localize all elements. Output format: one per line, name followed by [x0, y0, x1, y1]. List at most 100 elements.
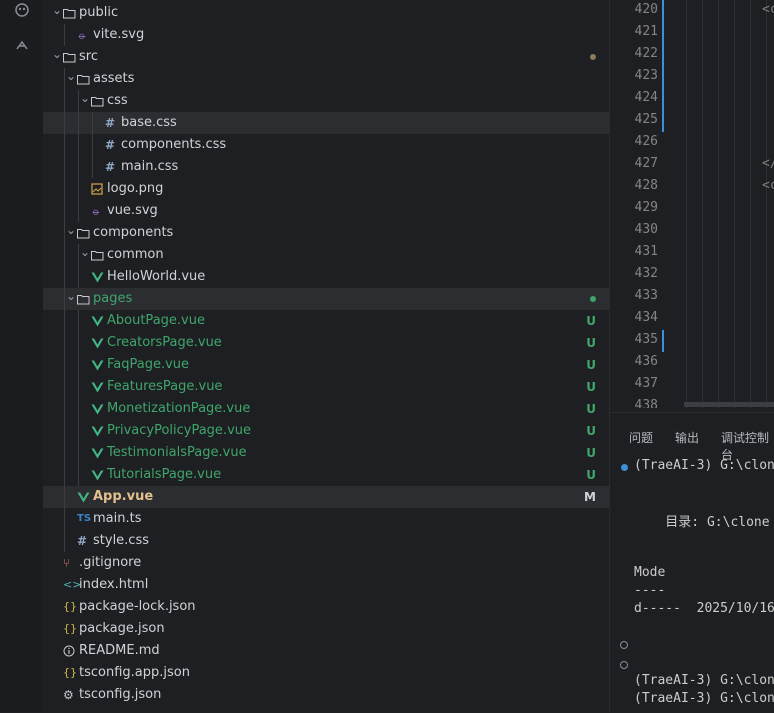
- indent-guide: [78, 200, 79, 222]
- tree-file[interactable]: ⚙ tsconfig.json: [43, 684, 609, 706]
- tree-file[interactable]: PrivacyPolicyPage.vue U: [43, 420, 609, 442]
- line-number: 425: [634, 112, 658, 127]
- tree-item-label: FeaturesPage.vue: [107, 379, 223, 394]
- tree-folder[interactable]: ⌄ common: [43, 244, 609, 266]
- change-marker: [662, 0, 664, 132]
- tree-file[interactable]: logo.png: [43, 178, 609, 200]
- horizontal-scrollbar[interactable]: [684, 402, 774, 407]
- tree-item-label: index.html: [79, 577, 149, 592]
- tree-item-label: FaqPage.vue: [107, 357, 190, 372]
- typescript-file-icon: TS: [77, 513, 92, 524]
- line-number: 434: [634, 310, 658, 325]
- copilot-icon[interactable]: [12, 0, 32, 20]
- line-number: 422: [634, 46, 658, 61]
- line-number: 431: [634, 244, 658, 259]
- tree-file[interactable]: ⑂ .gitignore: [43, 552, 609, 574]
- chevron-down-icon[interactable]: ⌄: [65, 222, 77, 238]
- indent-guide: [78, 310, 79, 332]
- tree-item-label: common: [107, 247, 164, 262]
- tree-file[interactable]: {} package.json: [43, 618, 609, 640]
- indent-guide: [92, 134, 93, 156]
- command-decoration-icon[interactable]: [620, 641, 628, 649]
- tree-folder[interactable]: ⌄ assets: [43, 68, 609, 90]
- line-number: 437: [634, 376, 658, 391]
- tree-folder[interactable]: ⌄ components: [43, 222, 609, 244]
- css-file-icon: #: [77, 534, 88, 548]
- indent-guide: [78, 354, 79, 376]
- indent-guide: [64, 134, 65, 156]
- vue-file-icon: [91, 332, 105, 354]
- tree-folder[interactable]: ⌄ css: [43, 90, 609, 112]
- indent-guide: [64, 200, 65, 222]
- tree-file[interactable]: FeaturesPage.vue U: [43, 376, 609, 398]
- tree-file[interactable]: <> index.html: [43, 574, 609, 596]
- tree-file[interactable]: TestimonialsPage.vue U: [43, 442, 609, 464]
- chevron-down-icon[interactable]: ⌄: [51, 46, 63, 62]
- indent-guide: [64, 464, 65, 486]
- code-fragment: <c: [762, 2, 774, 17]
- command-decoration-icon[interactable]: [620, 661, 628, 669]
- tree-file[interactable]: App.vue M: [43, 486, 609, 508]
- tree-file[interactable]: MonetizationPage.vue U: [43, 398, 609, 420]
- tree-file[interactable]: AboutPage.vue U: [43, 310, 609, 332]
- panel-tab[interactable]: 问题: [629, 429, 653, 446]
- tree-file[interactable]: TS main.ts: [43, 508, 609, 530]
- tree-item-label: vue.svg: [107, 203, 158, 218]
- chevron-down-icon[interactable]: ⌄: [65, 68, 77, 84]
- tree-file[interactable]: # base.css: [43, 112, 609, 134]
- terminal-line: ----: [634, 583, 666, 598]
- tree-item-label: CreatorsPage.vue: [107, 335, 222, 350]
- tree-file[interactable]: {} package-lock.json: [43, 596, 609, 618]
- vue-file-icon: [91, 310, 105, 332]
- css-file-icon: #: [105, 160, 116, 174]
- terminal-line: 目录: G:\clone: [634, 515, 770, 530]
- code-editor[interactable]: 420 421 422 423 424 425 426 427 428 429 430 431 432 4…: [610, 0, 774, 408]
- tree-file[interactable]: README.md: [43, 640, 609, 662]
- tree-file[interactable]: TutorialsPage.vue U: [43, 464, 609, 486]
- line-number: 424: [634, 90, 658, 105]
- indent-guide: [64, 24, 65, 46]
- tree-item-label: assets: [93, 71, 135, 86]
- chevron-down-icon[interactable]: ⌄: [79, 90, 91, 106]
- tree-file[interactable]: # components.css: [43, 134, 609, 156]
- terminal-line: d----- 2025/10/16: [634, 601, 774, 616]
- tree-file[interactable]: FaqPage.vue U: [43, 354, 609, 376]
- tree-file[interactable]: ⦵ vue.svg: [43, 200, 609, 222]
- chevron-down-icon[interactable]: ⌄: [65, 288, 77, 304]
- tree-file[interactable]: # main.css: [43, 156, 609, 178]
- tree-file[interactable]: ⦵ vite.svg: [43, 24, 609, 46]
- panel-tab[interactable]: 输出: [675, 429, 699, 446]
- bottom-panel: 问题 输出 调试控制台 (TraeAI-3) G:\clon 目录: G:\clone…: [610, 412, 774, 713]
- debug-icon[interactable]: [12, 36, 32, 56]
- line-number: 432: [634, 266, 658, 281]
- css-file-icon: #: [105, 138, 116, 152]
- tree-item-label: public: [79, 5, 119, 20]
- tree-item-label: style.css: [93, 533, 149, 548]
- git-status-badge: U: [586, 402, 596, 416]
- indent-guide: [64, 376, 65, 398]
- tree-file[interactable]: HelloWorld.vue: [43, 266, 609, 288]
- line-number: 428: [634, 178, 658, 193]
- gear-icon: ⚙: [63, 688, 74, 702]
- tree-item-label: .gitignore: [79, 555, 142, 570]
- line-number: 438: [634, 398, 658, 408]
- line-number: 426: [634, 134, 658, 149]
- tree-item-label: App.vue: [93, 489, 154, 504]
- tree-folder[interactable]: ⌄ public: [43, 2, 609, 24]
- tree-file[interactable]: CreatorsPage.vue U: [43, 332, 609, 354]
- tree-file[interactable]: {} tsconfig.app.json: [43, 662, 609, 684]
- tree-folder[interactable]: ⌄ pages: [43, 288, 609, 310]
- git-branch-icon: ⑂: [63, 556, 71, 570]
- code-fragment: <c: [762, 178, 774, 193]
- chevron-down-icon[interactable]: ⌄: [51, 2, 63, 18]
- chevron-down-icon[interactable]: ⌄: [79, 244, 91, 260]
- git-status-badge: U: [586, 380, 596, 394]
- tree-item-label: package-lock.json: [79, 599, 196, 614]
- code-fragment: </: [762, 156, 774, 171]
- tree-folder[interactable]: ⌄ src: [43, 46, 609, 68]
- tree-file[interactable]: # style.css: [43, 530, 609, 552]
- tree-item-label: css: [107, 93, 128, 108]
- command-success-icon[interactable]: [621, 464, 628, 471]
- info-icon: [63, 640, 77, 662]
- line-number: 430: [634, 222, 658, 237]
